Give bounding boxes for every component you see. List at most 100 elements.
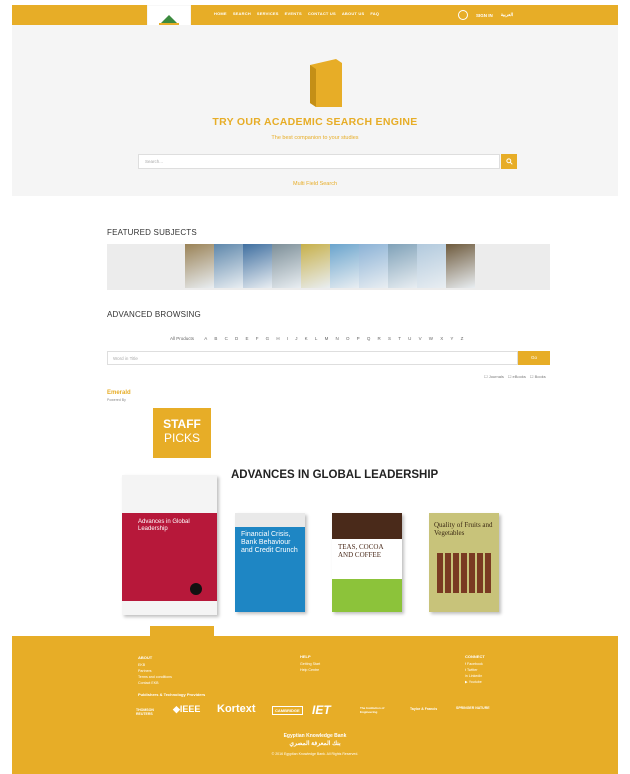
partner-institution-engineering[interactable]: The Institution of Engineering (360, 706, 396, 714)
linkedin-icon: in (465, 674, 468, 678)
nav-events[interactable]: EVENTS (285, 11, 302, 16)
staff-picks-line2: PICKS (163, 431, 200, 445)
letter-s[interactable]: S (388, 336, 391, 341)
letter-e[interactable]: E (245, 336, 248, 341)
letter-o[interactable]: O (346, 336, 350, 341)
partner-ieee[interactable]: ◆IEEE (173, 704, 200, 715)
all-products-link[interactable]: All Products (170, 336, 194, 341)
page: Egyptian Knowledge Bank بنك المعرفة المص… (0, 0, 630, 774)
user-icon[interactable] (458, 10, 468, 20)
letter-b[interactable]: B (214, 336, 217, 341)
footer-link-linkedin[interactable]: in Linkedin (465, 674, 482, 678)
letter-i[interactable]: I (287, 336, 288, 341)
hero-search-section (12, 25, 618, 196)
footer-link-ekb[interactable]: EKB (138, 663, 145, 667)
featured-subject-thumb[interactable] (388, 244, 417, 288)
book-icon (306, 57, 346, 109)
letter-y[interactable]: Y (450, 336, 453, 341)
footer-link-help-centre[interactable]: Help Centre (300, 668, 319, 672)
footer-link-partners[interactable]: Partners (138, 669, 152, 673)
partner-cambridge[interactable]: CAMBRIDGE (272, 706, 303, 715)
search-button[interactable] (501, 154, 517, 169)
letter-q[interactable]: Q (367, 336, 371, 341)
nav-faq[interactable]: FAQ (370, 11, 379, 16)
staff-pick-heading[interactable]: ADVANCES IN GLOBAL LEADERSHIP (231, 469, 438, 481)
alphabet-filter: All Products A B C D E F G H I J K L M N O P Q R S T U V W X Y Z (170, 336, 463, 341)
footer-link-youtube[interactable]: ▶ Youtube (465, 680, 482, 684)
facebook-icon: f (465, 662, 466, 666)
book-cover-advances-global-leadership[interactable]: Advances in Global Leadership (122, 475, 217, 615)
letter-k[interactable]: K (305, 336, 308, 341)
staff-picks-badge: STAFF PICKS (153, 408, 211, 458)
search-input[interactable]: Search... (138, 154, 500, 169)
letter-f[interactable]: F (256, 336, 259, 341)
footer-link-terms[interactable]: Terms and conditions (138, 675, 172, 679)
book-cover-quality-fruits-vegetables[interactable]: Quality of Fruits and Vegetables (429, 513, 499, 612)
twitter-icon: t (465, 668, 466, 672)
letter-j[interactable]: J (295, 336, 297, 341)
partner-iet[interactable]: IET (312, 703, 331, 717)
partner-kortext[interactable]: Kortext (217, 703, 256, 715)
partner-thomson-reuters[interactable]: THOMSON REUTERS (136, 708, 160, 716)
nav-home[interactable]: HOME (214, 11, 227, 16)
main-nav: HOME SEARCH SERVICES EVENTS CONTACT US A… (214, 11, 379, 16)
content-type-filters: ☐ Journals ☐ eBooks ☐ Books (484, 374, 546, 379)
nav-services[interactable]: SERVICES (257, 11, 279, 16)
letter-v[interactable]: V (419, 336, 422, 341)
letter-t[interactable]: T (398, 336, 401, 341)
footer-brand-ar: بنك المعرفة المصري (289, 741, 341, 747)
filter-journals[interactable]: ☐ Journals (484, 374, 504, 379)
featured-subject-thumb[interactable] (446, 244, 475, 288)
featured-subject-thumb[interactable] (330, 244, 359, 288)
featured-subject-thumb[interactable] (301, 244, 330, 288)
sign-in-link[interactable]: SIGN IN (476, 13, 493, 18)
featured-subject-thumb[interactable] (185, 244, 214, 288)
letter-h[interactable]: H (276, 336, 279, 341)
partner-springer-nature[interactable]: SPRINGER NATURE (456, 706, 490, 710)
letter-m[interactable]: M (325, 336, 329, 341)
book-cover-teas-cocoa-coffee[interactable]: TEAS, COCOA AND COFFEE (332, 513, 402, 612)
featured-subjects-title: FEATURED SUBJECTS (107, 228, 197, 237)
featured-subject-thumb[interactable] (272, 244, 301, 288)
advanced-browsing-title: ADVANCED BROWSING (107, 310, 201, 319)
letter-z[interactable]: Z (461, 336, 464, 341)
featured-subject-thumb[interactable] (359, 244, 388, 288)
footer-link-contact[interactable]: Contact EKB (138, 681, 159, 685)
letter-d[interactable]: D (235, 336, 238, 341)
word-in-title-input[interactable]: Word in Title (107, 351, 518, 365)
letter-g[interactable]: G (266, 336, 270, 341)
go-button[interactable]: Go (518, 351, 550, 365)
featured-subject-thumb[interactable] (417, 244, 446, 288)
footer-link-twitter[interactable]: t Twitter (465, 668, 478, 672)
emerald-logo: Emerald (107, 390, 131, 396)
footer-connect-title: CONNECT (465, 654, 485, 659)
footer-link-facebook[interactable]: f Facebook (465, 662, 483, 666)
powered-by-label: Powered By (107, 398, 126, 402)
language-switch[interactable]: العربية (501, 12, 513, 18)
letter-a[interactable]: A (204, 336, 207, 341)
hero-subtitle: The best companion to your studies (271, 135, 359, 141)
footer-partners-title: Publishers & Technology Providers (138, 692, 206, 697)
letter-l[interactable]: L (315, 336, 318, 341)
footer-link-getting-start[interactable]: Getting Start (300, 662, 320, 666)
letter-p[interactable]: P (357, 336, 360, 341)
book-cover-financial-crisis[interactable]: Financial Crisis, Bank Behaviour and Cre… (235, 513, 305, 612)
featured-subject-thumb[interactable] (243, 244, 272, 288)
footer-about-title: ABOUT (138, 655, 153, 660)
featured-subject-thumb[interactable] (214, 244, 243, 288)
letter-x[interactable]: X (440, 336, 443, 341)
letter-c[interactable]: C (225, 336, 228, 341)
nav-search[interactable]: SEARCH (233, 11, 251, 16)
letter-r[interactable]: R (378, 336, 381, 341)
letter-n[interactable]: N (336, 336, 339, 341)
filter-ebooks[interactable]: ☐ eBooks (508, 374, 526, 379)
multi-field-search-link[interactable]: Multi Field Search (0, 181, 630, 187)
partner-taylor-francis[interactable]: Taylor & Francis (410, 707, 437, 711)
footer-help-title: HELP (300, 654, 311, 659)
letter-w[interactable]: W (429, 336, 433, 341)
nav-about-us[interactable]: ABOUT US (342, 11, 365, 16)
nav-contact-us[interactable]: CONTACT US (308, 11, 336, 16)
account-language-area: SIGN IN العربية (458, 10, 513, 20)
letter-u[interactable]: U (408, 336, 411, 341)
filter-books[interactable]: ☐ Books (530, 374, 546, 379)
